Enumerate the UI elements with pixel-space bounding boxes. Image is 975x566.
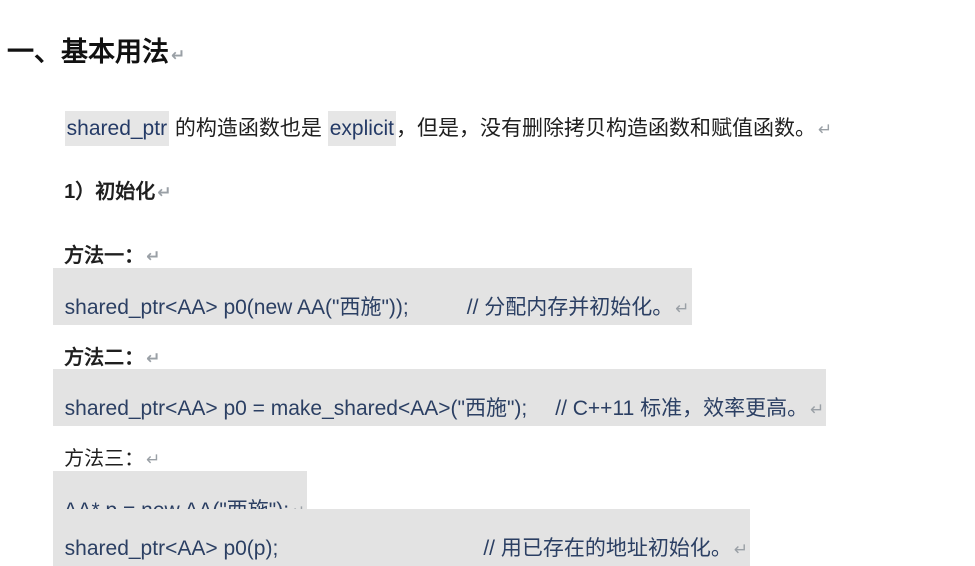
subsection-text: 1）初始化	[64, 181, 156, 203]
method-label-text: 方法二：	[64, 347, 145, 369]
paragraph-mark-icon: ↵	[171, 46, 186, 65]
paragraph-mark-icon: ↵	[146, 349, 161, 368]
paragraph-mark-icon: ↵	[675, 299, 690, 318]
method-2-label: 方法二： ↵	[53, 328, 160, 368]
text-cursor-icon: I	[229, 120, 233, 136]
code-comment: // 分配内存并初始化。	[466, 296, 674, 319]
method-3-code-2: shared_ptr<AA> p0(p); // 用已存在的地址初始化。 ↵	[53, 509, 751, 566]
code-comment: // C++11 标准，效率更高。	[555, 397, 809, 420]
code-text: shared_ptr<AA> p0 = make_shared<AA>("西施"…	[64, 397, 528, 420]
term-shared-ptr: shared_ptr	[64, 111, 170, 146]
code-text: shared_ptr<AA> p0(p);	[64, 537, 279, 560]
paragraph-mark-icon: ↵	[733, 540, 749, 559]
method-1-label: 方法一： ↵	[53, 226, 160, 266]
term-explicit: explicit	[327, 111, 396, 146]
intro-text-2: ，但是，没有删除拷贝构造函数和赋值函数。	[395, 117, 816, 140]
paragraph-mark-icon: ↵	[146, 247, 161, 266]
heading-text: 一、基本用法	[7, 37, 170, 67]
intro-paragraph: shared_ptr 的构造函数也是 explicit，但是，没有删除拷贝构造函…	[53, 97, 833, 146]
method-1-code: shared_ptr<AA> p0(new AA("西施")); // 分配内存并…	[53, 268, 692, 325]
method-2-code: shared_ptr<AA> p0 = make_shared<AA>("西施"…	[53, 369, 827, 426]
paragraph-mark-icon: ↵	[810, 400, 825, 419]
paragraph-mark-icon: ↵	[146, 450, 161, 469]
subsection-title: 1）初始化 ↵	[53, 162, 172, 203]
section-heading: 一、基本用法 ↵	[0, 12, 185, 66]
intro-text-1: 的构造函数也是	[169, 117, 328, 140]
paragraph-mark-icon: ↵	[157, 183, 172, 202]
method-label-text: 方法一：	[64, 245, 145, 267]
method-3-label: 方法三： ↵	[53, 429, 160, 469]
paragraph-mark-icon: ↵	[817, 120, 833, 139]
code-comment: // 用已存在的地址初始化。	[483, 537, 732, 560]
method-label-text: 方法三：	[64, 448, 145, 470]
code-text: shared_ptr<AA> p0(new AA("西施"));	[64, 296, 409, 319]
